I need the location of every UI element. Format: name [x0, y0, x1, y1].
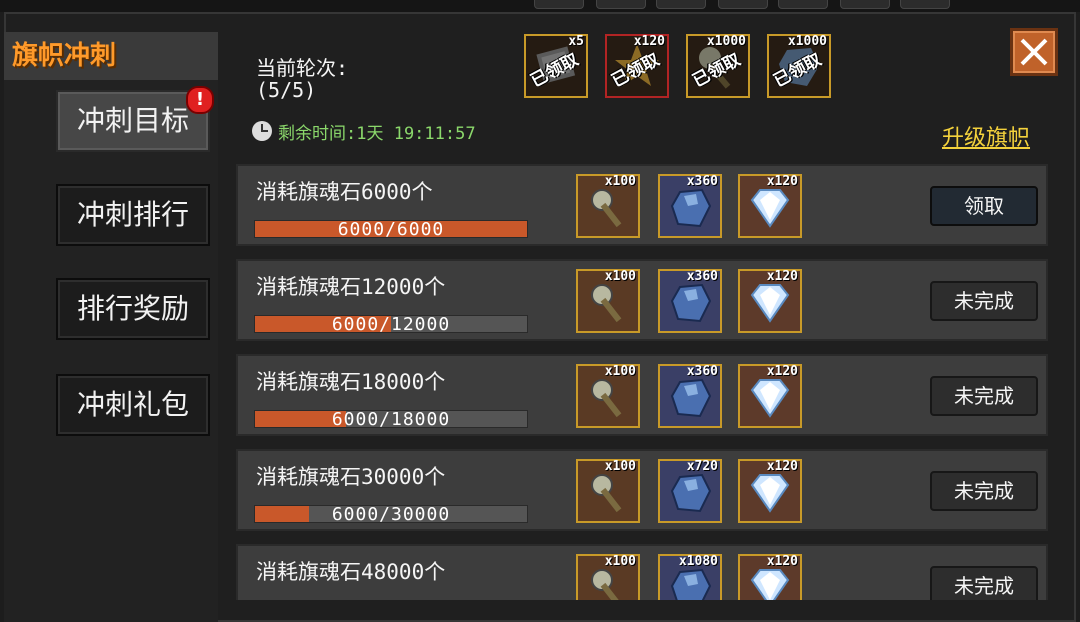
reward-item[interactable]: x360: [658, 364, 722, 428]
reward-qty: x120: [766, 269, 798, 284]
reward-qty: x1080: [678, 554, 718, 569]
reward-item[interactable]: x360: [658, 269, 722, 333]
incomplete-button[interactable]: 未完成: [930, 376, 1038, 416]
progress-text: 6000/12000: [331, 314, 451, 335]
progress-text: 6000/48000: [255, 599, 527, 600]
goal-title: 消耗旗魂石48000个: [256, 560, 446, 584]
reward-qty: x100: [604, 459, 636, 474]
reward-qty: x360: [686, 269, 718, 284]
reward-item[interactable]: x360: [658, 174, 722, 238]
reward-qty: x360: [686, 174, 718, 189]
progress-text: 6000/30000: [331, 504, 451, 525]
reward-item[interactable]: x120: [738, 174, 802, 238]
panel-title: 旗帜冲刺: [4, 32, 218, 80]
goal-row: 消耗旗魂石48000个 6000/48000 x100 x1080 x120 未完成: [236, 544, 1048, 600]
reward-qty: x120: [766, 174, 798, 189]
goal-title: 消耗旗魂石18000个: [256, 370, 446, 394]
goal-progress-bar: 6000/12000: [254, 314, 528, 335]
top-slot: [840, 0, 890, 9]
sidebar-item-label: 冲刺礼包: [76, 388, 189, 421]
progress-text: 6000/6000: [337, 219, 445, 240]
goal-progress-bar: 6000/6000: [254, 219, 528, 240]
reward-qty: x120: [766, 554, 798, 569]
close-button[interactable]: [1010, 28, 1058, 76]
top-strip: [0, 0, 1080, 12]
reward-qty: x1000: [706, 34, 746, 49]
sidebar-item-label: 冲刺目标: [76, 104, 189, 137]
countdown-text: 剩余时间:1天 19:11:57: [278, 123, 476, 144]
sidebar-item-label: 冲刺排行: [76, 198, 189, 231]
goal-progress-bar: 6000/30000: [254, 504, 528, 525]
reward-item[interactable]: x100: [576, 174, 640, 238]
sidebar-item-label: 排行奖励: [76, 292, 189, 325]
progress-text: 6000/18000: [331, 409, 451, 430]
incomplete-button[interactable]: 未完成: [930, 471, 1038, 511]
reward-qty: x1000: [787, 34, 827, 49]
reward-item[interactable]: x1080: [658, 554, 722, 600]
sidebar-item-sprint-goal[interactable]: 冲刺目标 !: [56, 86, 214, 152]
reward-item[interactable]: x100: [576, 269, 640, 333]
alert-badge: !: [186, 86, 214, 114]
reward-qty: x100: [604, 364, 636, 379]
reward-qty: x120: [766, 364, 798, 379]
round-label: 当前轮次:: [256, 56, 349, 80]
reward-item[interactable]: x100: [576, 554, 640, 600]
goal-row: 消耗旗魂石6000个 6000/6000 x100 x360 x120 领取: [236, 164, 1048, 246]
top-slot: [656, 0, 706, 9]
round-reward-item[interactable]: x1000 已领取: [686, 34, 750, 98]
reward-qty: x100: [604, 269, 636, 284]
top-slot: [778, 0, 828, 9]
countdown: 剩余时间:1天 19:11:57: [252, 120, 476, 144]
top-slot: [596, 0, 646, 9]
top-slot: [900, 0, 950, 9]
round-value: (5/5): [256, 78, 317, 102]
reward-item[interactable]: x100: [576, 459, 640, 523]
reward-item[interactable]: x100: [576, 364, 640, 428]
claim-button[interactable]: 领取: [930, 186, 1038, 226]
round-reward-item[interactable]: x5 已领取: [524, 34, 588, 98]
round-reward-item[interactable]: x120 已领取: [605, 34, 669, 98]
goal-row: 消耗旗魂石30000个 6000/30000 x100 x720 x120 未完成: [236, 449, 1048, 531]
top-slot: [534, 0, 584, 9]
close-icon: [1020, 38, 1048, 66]
incomplete-button[interactable]: 未完成: [930, 566, 1038, 600]
reward-qty: x720: [686, 459, 718, 474]
goal-title: 消耗旗魂石30000个: [256, 465, 446, 489]
incomplete-button[interactable]: 未完成: [930, 281, 1038, 321]
reward-item[interactable]: x720: [658, 459, 722, 523]
upgrade-flag-link[interactable]: 升级旗帜: [942, 120, 1030, 152]
sidebar-item-sprint-ranking[interactable]: 冲刺排行: [56, 184, 210, 246]
sidebar-item-ranking-rewards[interactable]: 排行奖励: [56, 278, 210, 340]
reward-qty: x120: [766, 459, 798, 474]
reward-item[interactable]: x120: [738, 459, 802, 523]
goal-row: 消耗旗魂石12000个 6000/12000 x100 x360 x120 未完成: [236, 259, 1048, 341]
reward-qty: x100: [604, 554, 636, 569]
clock-icon: [252, 121, 272, 141]
goal-row: 消耗旗魂石18000个 6000/18000 x100 x360 x120 未完成: [236, 354, 1048, 436]
reward-qty: x100: [604, 174, 636, 189]
goal-list[interactable]: 消耗旗魂石6000个 6000/6000 x100 x360 x120 领取消耗旗魂石12…: [236, 164, 1048, 600]
goal-progress-bar: 6000/18000: [254, 409, 528, 430]
reward-item[interactable]: x120: [738, 364, 802, 428]
reward-item[interactable]: x120: [738, 269, 802, 333]
goal-title: 消耗旗魂石6000个: [256, 180, 433, 204]
sidebar: [4, 80, 218, 622]
reward-item[interactable]: x120: [738, 554, 802, 600]
sidebar-item-sprint-pack[interactable]: 冲刺礼包: [56, 374, 210, 436]
top-slot: [718, 0, 768, 9]
round-reward-item[interactable]: x1000 已领取: [767, 34, 831, 98]
reward-qty: x360: [686, 364, 718, 379]
goal-title: 消耗旗魂石12000个: [256, 275, 446, 299]
